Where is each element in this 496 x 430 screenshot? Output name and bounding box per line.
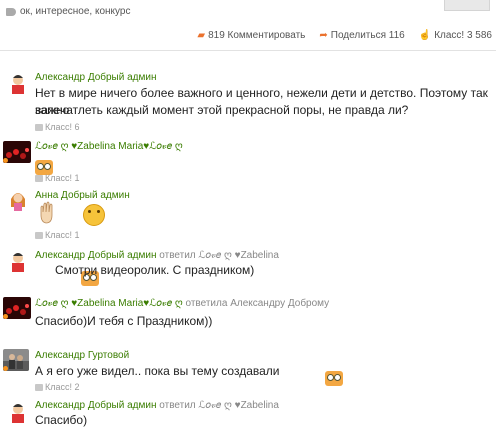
comment-icon: ▰ — [197, 30, 206, 41]
comment-like[interactable]: Класс! 1 — [35, 230, 80, 240]
reply-target[interactable]: ℒ𝑜𝓋𝑒 ღ ♥Zabelina — [198, 250, 279, 261]
thumb-icon — [35, 231, 43, 239]
comment-like[interactable]: Класс! 2 — [35, 382, 80, 392]
tags-text[interactable]: ок, интересное, конкурс — [20, 6, 130, 17]
reply-target[interactable]: Александру Доброму — [230, 298, 329, 309]
comment-author[interactable]: Александр Добрый админ — [35, 72, 156, 83]
smile-emoticon-icon — [83, 204, 106, 226]
post-actions: ▰ 819 Комментировать ➦ Поделиться 116 ☝ … — [197, 30, 492, 41]
reply-target[interactable]: ℒ𝑜𝓋𝑒 ღ ♥Zabelina — [198, 400, 279, 411]
comment-text: Смотри видеоролик. С праздником) — [55, 263, 255, 277]
comment-like[interactable]: Класс! 1 — [35, 173, 80, 183]
tag-icon — [6, 7, 16, 16]
klass-button[interactable]: ☝ Класс! 3 586 — [419, 30, 492, 41]
avatar[interactable] — [7, 250, 29, 272]
comment-header: ℒ𝑜𝓋𝑒 ღ ♥Zabelina Maria♥ℒ𝑜𝓋𝑒 ღ ответила А… — [35, 298, 329, 309]
comment-button[interactable]: ▰ 819 Комментировать — [197, 30, 305, 41]
owl-emoticon-icon — [325, 371, 344, 386]
avatar[interactable] — [7, 72, 29, 94]
like-count: Класс! 2 — [45, 382, 80, 392]
comment-text-line: запечатлеть каждый момент этой прекрасно… — [35, 103, 409, 117]
top-button[interactable] — [444, 0, 490, 11]
avatar[interactable] — [7, 189, 29, 211]
comment-author[interactable]: Александр Добрый админ — [35, 400, 156, 411]
reply-prefix: ответила — [185, 298, 228, 309]
comment-text: Спасибо) — [35, 413, 88, 427]
like-count: Класс! 6 — [45, 122, 80, 132]
klass-label: Класс! 3 586 — [434, 30, 492, 41]
like-icon: ☝ — [418, 30, 432, 41]
post-tags: ок, интересное, конкурс — [6, 6, 130, 17]
wave-hand-icon — [36, 201, 60, 225]
comment-author[interactable]: ℒ𝑜𝓋𝑒 ღ ♥Zabelina Maria♥ℒ𝑜𝓋𝑒 ღ — [35, 141, 183, 152]
like-count: Класс! 1 — [45, 230, 80, 240]
like-count: Класс! 1 — [45, 173, 80, 183]
reply-prefix: ответил — [159, 400, 196, 411]
comment-like[interactable]: Класс! 6 — [35, 122, 80, 132]
share-button[interactable]: ➦ Поделиться 116 — [319, 30, 404, 41]
comment-header: Александр Добрый админ ответил ℒ𝑜𝓋𝑒 ღ ♥Z… — [35, 250, 279, 261]
online-indicator — [3, 314, 8, 319]
online-indicator — [3, 366, 8, 371]
comment-header: Александр Добрый админ ответил ℒ𝑜𝓋𝑒 ღ ♥Z… — [35, 400, 279, 411]
comment-text: А я его уже видел.. пока вы тему создава… — [35, 364, 280, 378]
comment-text: Спасибо)И тебя с Праздником)) — [35, 314, 213, 328]
reply-prefix: ответил — [159, 250, 196, 261]
thumb-icon — [35, 123, 43, 131]
share-icon: ➦ — [319, 30, 328, 41]
online-indicator — [3, 158, 8, 163]
avatar[interactable] — [7, 401, 29, 423]
divider — [0, 50, 496, 51]
share-label: Поделиться 116 — [330, 30, 405, 41]
thumb-icon — [35, 383, 43, 391]
comment-author[interactable]: ℒ𝑜𝓋𝑒 ღ ♥Zabelina Maria♥ℒ𝑜𝓋𝑒 ღ — [35, 298, 183, 309]
comment-author[interactable]: Александр Добрый админ — [35, 250, 156, 261]
comment-author[interactable]: Анна Добрый админ — [35, 190, 130, 201]
thumb-icon — [35, 174, 43, 182]
comment-author[interactable]: Александр Гуртовой — [35, 350, 129, 361]
comment-label: 819 Комментировать — [208, 30, 306, 41]
